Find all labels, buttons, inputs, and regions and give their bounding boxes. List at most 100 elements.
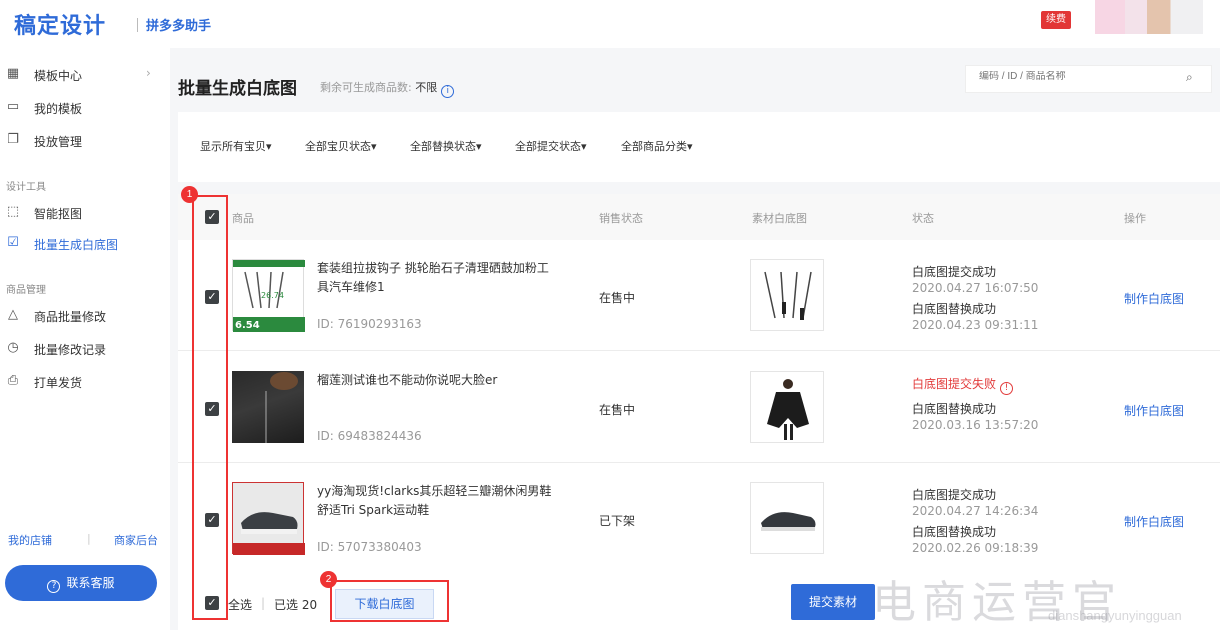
white-background-image[interactable] xyxy=(750,259,824,331)
table-row: ✓ yy海淘现货!clarks其乐超轻三瓣潮休闲男鞋舒适Tri Spark运动鞋… xyxy=(178,463,1220,566)
filter-bar: 显示所有宝贝▾ 全部宝贝状态▾ 全部替换状态▾ 全部提交状态▾ 全部商品分类▾ xyxy=(178,112,1220,182)
sidebar-item-batch-white[interactable]: ☑ 批量生成白底图 xyxy=(0,234,170,256)
sidebar-item-edit-log[interactable]: ◷ 批量修改记录 xyxy=(0,339,170,361)
my-store-link[interactable]: 我的店铺 xyxy=(8,534,52,547)
sidebar-links: 我的店铺 | 商家后台 xyxy=(8,532,158,548)
annotation-highlight-checkboxes xyxy=(192,195,228,620)
sale-status: 已下架 xyxy=(599,514,636,528)
remaining-count: 剩余可生成商品数: 不限 i xyxy=(320,79,455,98)
remaining-value: 不限 xyxy=(415,81,438,94)
product-id: ID: 69483824436 xyxy=(317,429,422,443)
product-table: ✓ 商品 销售状态 素材白底图 状态 操作 ✓ 26.74 6.54 套装组拉拔… xyxy=(178,194,1220,566)
sidebar-item-label: 批量生成白底图 xyxy=(34,238,119,252)
sidebar-item-shipping[interactable]: ⎙ 打单发货 xyxy=(0,372,170,394)
sidebar-item-batch-edit[interactable]: △ 商品批量修改 xyxy=(0,306,170,328)
logo[interactable]: 稿定设计 xyxy=(14,8,106,40)
sidebar-item-smart-cutout[interactable]: ⬚ 智能抠图 xyxy=(0,203,170,225)
replace-status: 白底图替换成功 xyxy=(912,525,997,539)
product-id: ID: 57073380403 xyxy=(317,540,422,554)
grid-icon: ▦ xyxy=(6,66,20,81)
sidebar-item-label: 我的模板 xyxy=(34,102,83,116)
thumbnail-price-label: 26.74 xyxy=(261,291,284,300)
main-content: 批量生成白底图 剩余可生成商品数: 不限i ⌕ 显示所有宝贝▾ 全部宝贝状态▾ … xyxy=(170,48,1220,630)
product-thumbnail[interactable] xyxy=(232,482,305,555)
filter-submit-status[interactable]: 全部提交状态▾ xyxy=(515,138,587,154)
submit-status: 白底图提交成功 xyxy=(912,265,997,279)
search-input[interactable] xyxy=(979,71,1179,82)
make-white-image-link[interactable]: 制作白底图 xyxy=(1124,513,1184,530)
sale-status: 在售中 xyxy=(599,403,636,417)
thumbnail-price: 6.54 xyxy=(235,320,260,331)
white-background-image[interactable] xyxy=(750,482,824,554)
filter-replace-status[interactable]: 全部替换状态▾ xyxy=(410,138,482,154)
product-name[interactable]: 榴莲测试谁也不能动你说呢大脸er xyxy=(317,371,557,390)
app-name: 拼多多助手 xyxy=(146,19,212,34)
page-title: 批量生成白底图 xyxy=(178,79,297,99)
column-status: 状态 xyxy=(912,212,934,225)
top-bar: 稿定设计 拼多多助手 续费 xyxy=(0,0,1220,48)
crop-icon: ⬚ xyxy=(6,204,20,219)
logo-divider xyxy=(137,18,138,32)
sidebar-item-label: 模板中心 xyxy=(34,69,83,83)
white-background-image[interactable] xyxy=(750,371,824,443)
column-sale-status: 销售状态 xyxy=(599,212,643,225)
product-thumbnail[interactable]: 26.74 6.54 xyxy=(232,259,305,332)
renew-badge[interactable]: 续费 xyxy=(1041,11,1071,29)
sidebar-item-template-center[interactable]: ▦ 模板中心 › xyxy=(0,65,170,87)
table-row: ✓ 榴莲测试谁也不能动你说呢大脸er ID: 69483824436 在售中 白… xyxy=(178,352,1220,463)
filter-item-status[interactable]: 全部宝贝状态▾ xyxy=(305,138,377,154)
product-thumbnail[interactable] xyxy=(232,371,304,443)
replace-time: 2020.02.26 09:18:39 xyxy=(912,541,1039,555)
replace-status: 白底图替换成功 xyxy=(912,302,997,316)
annotation-badge: 2 xyxy=(320,571,337,588)
bag-icon: △ xyxy=(8,307,18,322)
sidebar-item-label: 投放管理 xyxy=(34,135,83,149)
select-all-label[interactable]: 全选 xyxy=(228,596,252,613)
copy-icon: ❐ xyxy=(7,132,19,147)
column-white-image: 素材白底图 xyxy=(752,212,807,225)
help-icon: ? xyxy=(47,580,61,593)
remaining-label: 剩余可生成商品数: xyxy=(320,81,416,94)
printer-icon: ⎙ xyxy=(7,373,19,388)
avatar[interactable] xyxy=(1095,0,1203,34)
product-name[interactable]: 套装组拉拔钩子 挑轮胎石子清理硒鼓加粉工具汽车维修1 xyxy=(317,259,557,297)
submit-time: 2020.04.27 14:26:34 xyxy=(912,504,1039,518)
annotation-badge: 1 xyxy=(181,186,198,203)
submit-status-text: 白底图提交失败 xyxy=(912,377,997,391)
submit-status: 白底图提交失败! xyxy=(912,376,1014,395)
replace-status: 白底图替换成功 xyxy=(912,402,997,416)
replace-time: 2020.03.16 13:57:20 xyxy=(912,418,1039,432)
sidebar-item-ads[interactable]: ❐ 投放管理 xyxy=(0,131,170,153)
contact-label: 联系客服 xyxy=(66,576,115,590)
column-product: 商品 xyxy=(232,212,254,225)
selected-count: 已选 20 xyxy=(274,598,318,612)
replace-time: 2020.04.23 09:31:11 xyxy=(912,318,1039,332)
watermark-subtext: dianshangyunyingguan xyxy=(1048,608,1182,623)
seller-center-link[interactable]: 商家后台 xyxy=(114,532,158,548)
submit-time: 2020.04.27 16:07:50 xyxy=(912,281,1039,295)
clock-icon: ◷ xyxy=(7,340,19,355)
column-operations: 操作 xyxy=(1124,212,1146,225)
sidebar-item-label: 商品批量修改 xyxy=(34,310,107,324)
make-white-image-link[interactable]: 制作白底图 xyxy=(1124,290,1184,307)
search-box[interactable]: ⌕ xyxy=(965,65,1212,93)
annotation-highlight-download xyxy=(330,580,449,622)
product-name[interactable]: yy海淘现货!clarks其乐超轻三瓣潮休闲男鞋舒适Tri Spark运动鞋 xyxy=(317,482,557,520)
make-white-image-link[interactable]: 制作白底图 xyxy=(1124,402,1184,419)
section-goods-management: 商品管理 xyxy=(6,285,46,296)
submit-material-button[interactable]: 提交素材 xyxy=(791,584,875,620)
table-row: ✓ 26.74 6.54 套装组拉拔钩子 挑轮胎石子清理硒鼓加粉工具汽车维修1 … xyxy=(178,240,1220,351)
folder-icon: ▭ xyxy=(6,99,20,114)
table-header: ✓ 商品 销售状态 素材白底图 状态 操作 xyxy=(178,194,1220,240)
filter-category[interactable]: 全部商品分类▾ xyxy=(621,138,693,154)
sidebar-item-label: 批量修改记录 xyxy=(34,343,107,357)
info-icon[interactable]: i xyxy=(441,85,455,98)
error-info-icon[interactable]: ! xyxy=(1000,382,1014,395)
sidebar-item-my-templates[interactable]: ▭ 我的模板 xyxy=(0,98,170,120)
search-icon[interactable]: ⌕ xyxy=(1186,70,1193,85)
sale-status: 在售中 xyxy=(599,291,636,305)
submit-status: 白底图提交成功 xyxy=(912,488,997,502)
filter-all-items[interactable]: 显示所有宝贝▾ xyxy=(200,138,272,154)
sidebar-item-label: 打单发货 xyxy=(34,376,83,390)
contact-support-button[interactable]: ? 联系客服 xyxy=(5,565,157,601)
